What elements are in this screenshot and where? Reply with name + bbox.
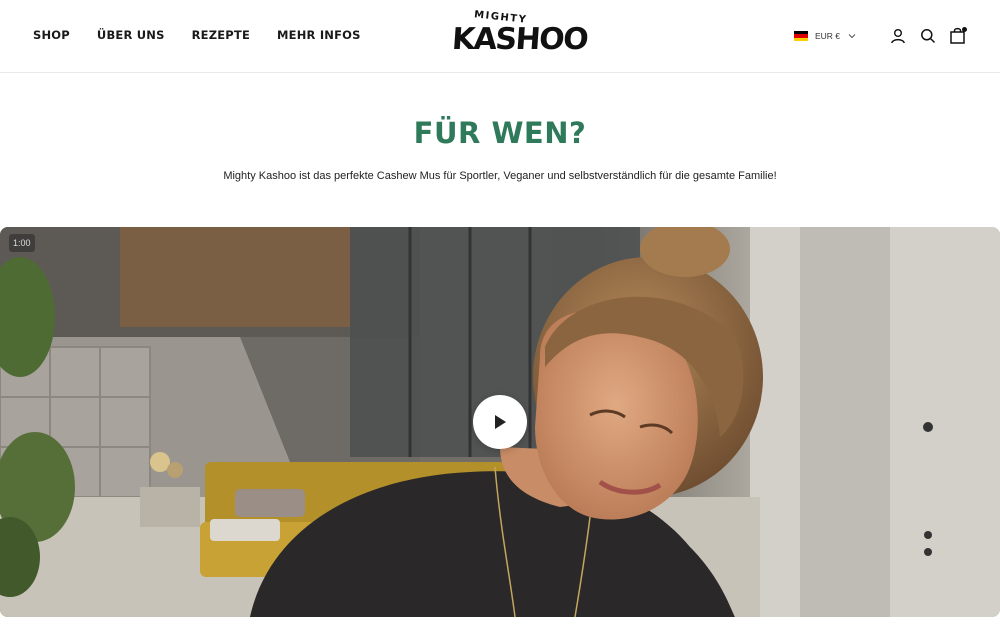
section-title: FÜR WEN? xyxy=(413,116,587,150)
play-button[interactable] xyxy=(473,395,527,449)
header-actions: EUR € xyxy=(793,26,968,46)
cart-button[interactable] xyxy=(948,26,968,46)
site-header: SHOP ÜBER UNS REZEPTE MEHR INFOS MIGHTY … xyxy=(0,0,1000,73)
currency-label: EUR € xyxy=(814,31,840,41)
nav-rezepte[interactable]: REZEPTE xyxy=(192,28,250,42)
main-nav: SHOP ÜBER UNS REZEPTE MEHR INFOS xyxy=(33,28,361,42)
play-icon xyxy=(495,415,506,429)
nav-ueber-uns[interactable]: ÜBER UNS xyxy=(97,28,165,42)
germany-flag-icon xyxy=(793,31,808,41)
shopping-bag-icon xyxy=(950,27,967,44)
account-icon xyxy=(891,29,905,44)
search-button[interactable] xyxy=(918,26,938,46)
video-player[interactable]: 1:00 xyxy=(0,227,1000,617)
logo-big-text: KASHOO xyxy=(450,22,589,57)
locale-selector[interactable]: EUR € xyxy=(793,31,856,41)
account-button[interactable] xyxy=(888,26,908,46)
chevron-down-icon xyxy=(848,34,856,39)
video-duration: 1:00 xyxy=(9,234,35,252)
brand-logo[interactable]: MIGHTY KASHOO xyxy=(451,9,589,62)
nav-mehr-infos[interactable]: MEHR INFOS xyxy=(277,28,361,42)
section-subtitle: Mighty Kashoo ist das perfekte Cashew Mu… xyxy=(223,170,777,182)
nav-shop[interactable]: SHOP xyxy=(33,28,70,42)
search-icon xyxy=(921,29,936,44)
